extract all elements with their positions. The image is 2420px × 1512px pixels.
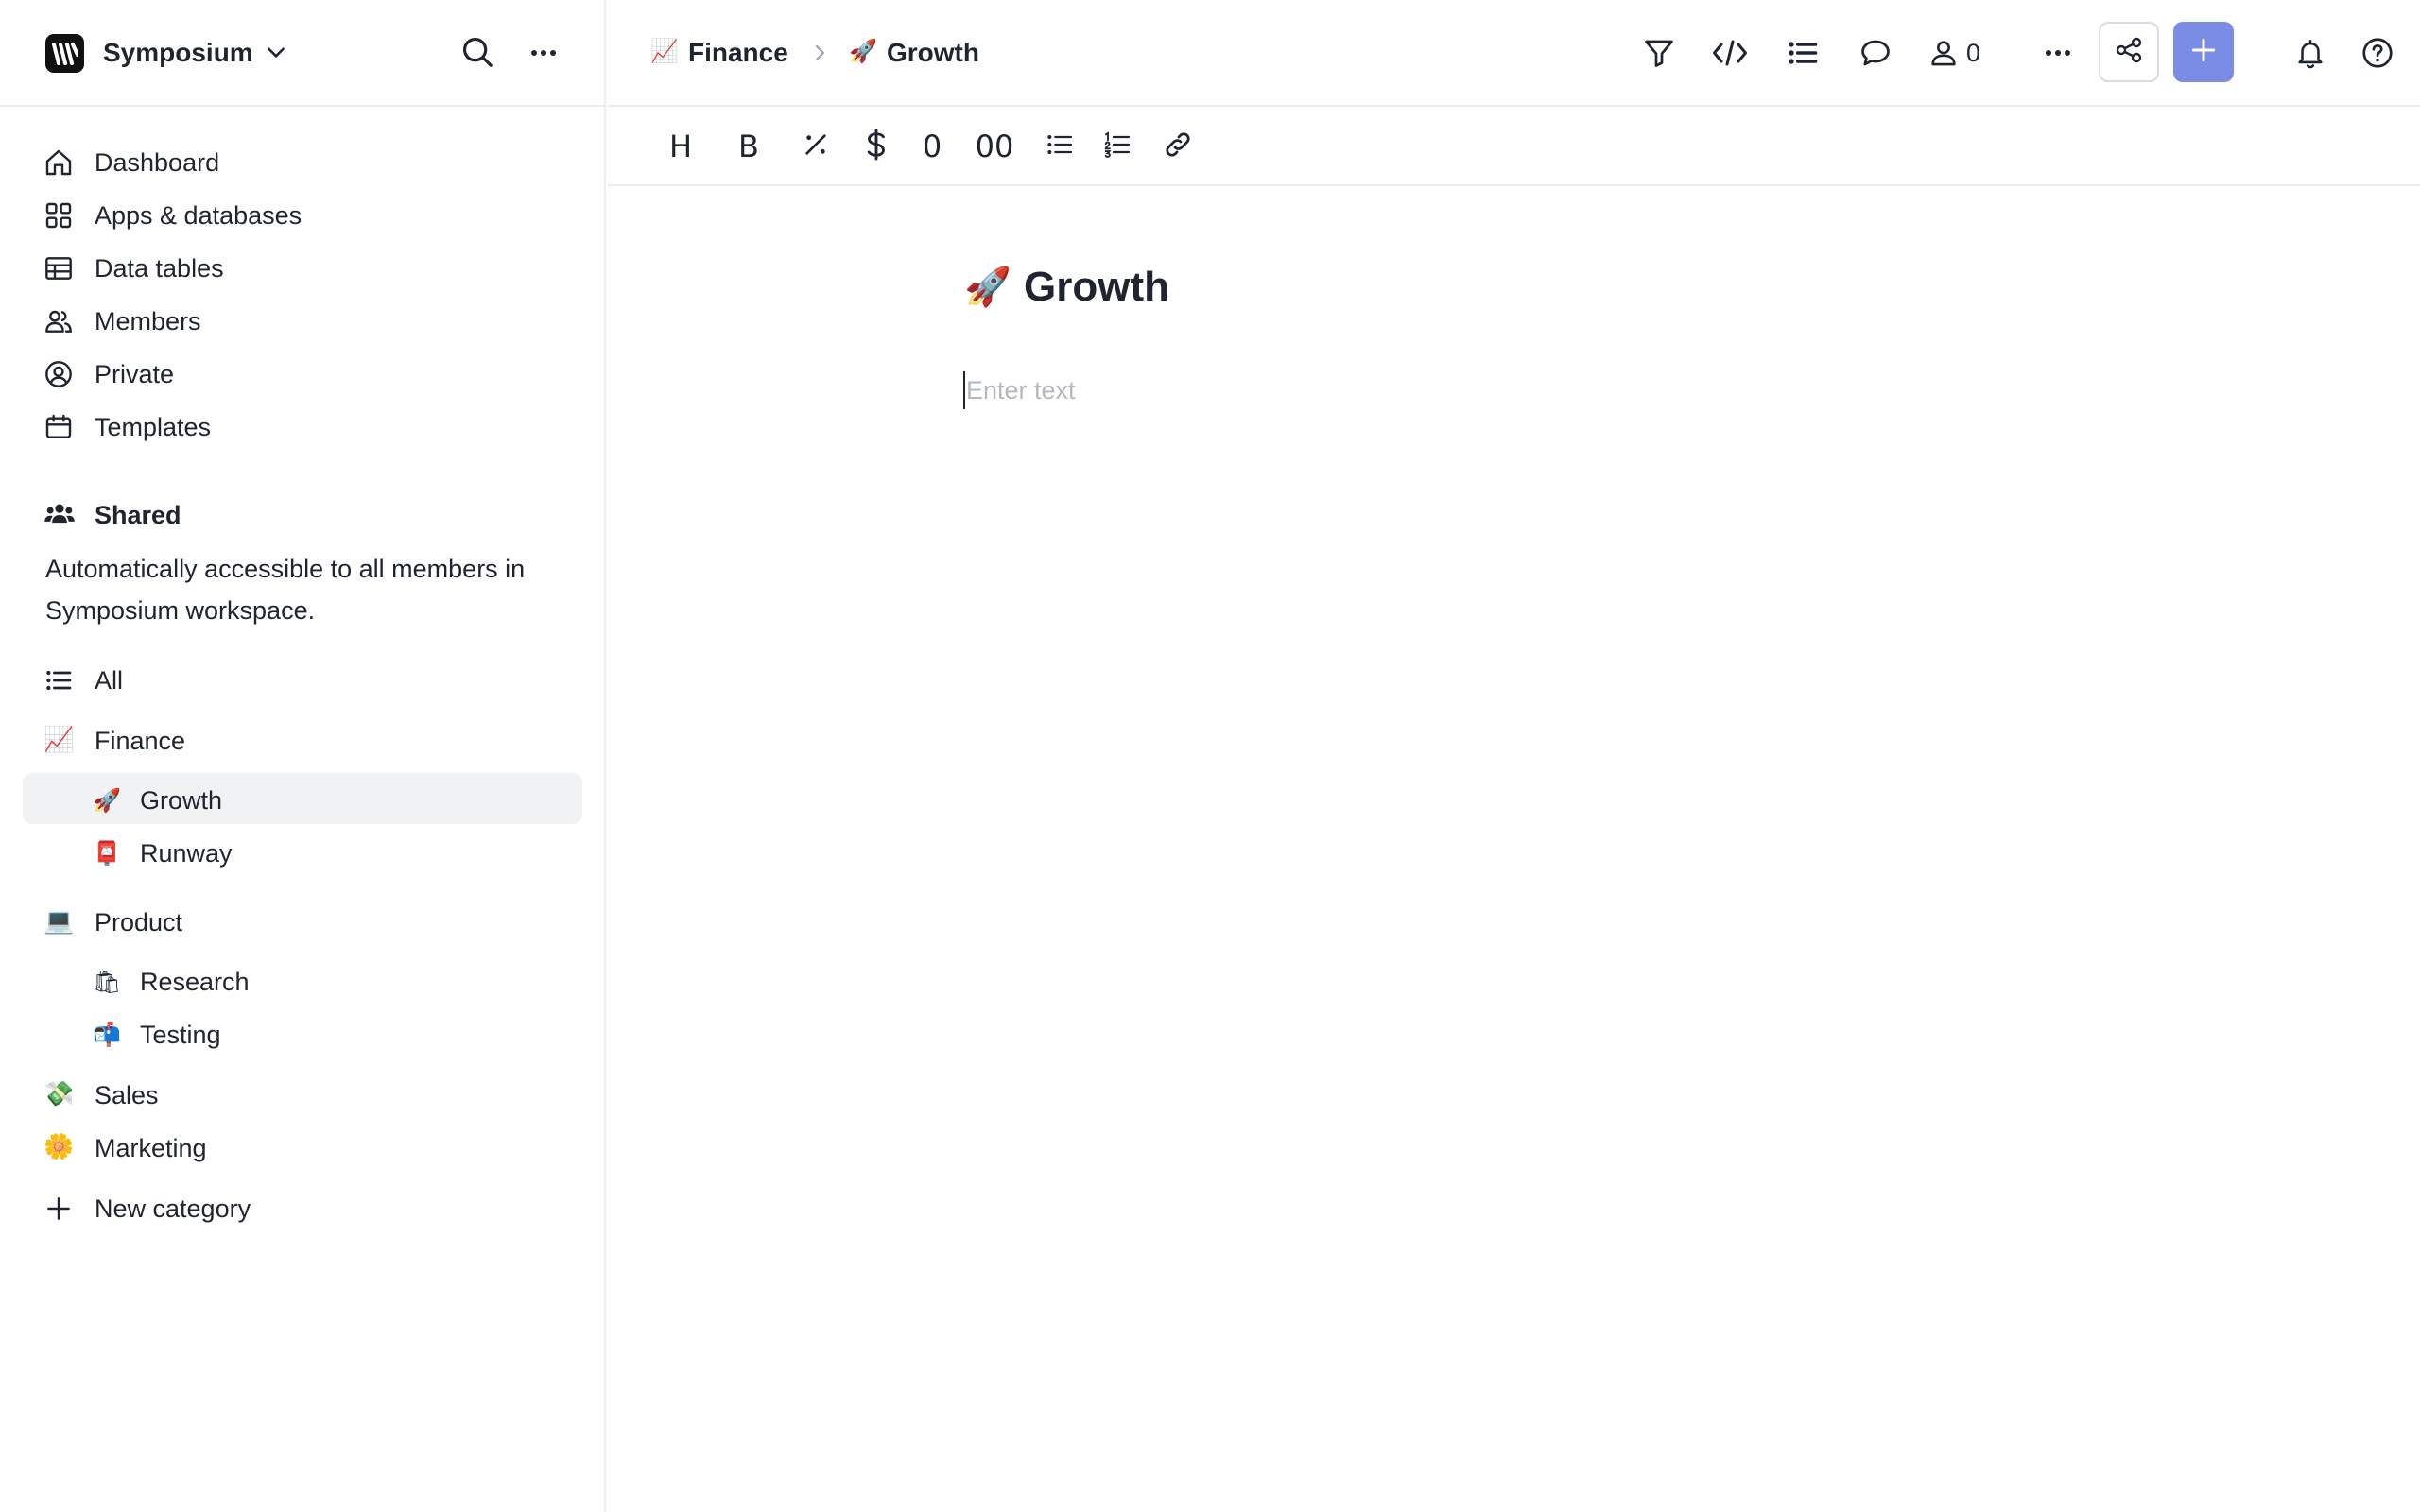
sidebar-item-label: Product: [95, 908, 183, 936]
shared-section-title: Shared: [95, 501, 182, 529]
rocket-icon[interactable]: 🚀: [964, 265, 1011, 310]
group-icon: [43, 499, 76, 534]
filter-icon[interactable]: [1640, 34, 1678, 72]
bullet-list-icon: [1045, 129, 1075, 164]
currency-button[interactable]: [857, 128, 895, 165]
sidebar-item-runway[interactable]: 📮 Runway: [23, 826, 582, 877]
sidebar-item-growth[interactable]: 🚀 Growth: [23, 773, 582, 824]
shared-section-description: Automatically accessible to all members …: [45, 555, 526, 625]
share-icon: [2114, 35, 2144, 70]
sidebar-item-marketing[interactable]: 🌼 Marketing: [23, 1121, 582, 1172]
format-toolbar: H B 0 00: [608, 109, 2420, 186]
workspace-header: Symposium: [0, 0, 606, 107]
sidebar-item-label: Runway: [140, 839, 233, 868]
mailbox-icon: 📬: [93, 1022, 121, 1048]
sidebar-item-sales[interactable]: 💸 Sales: [23, 1068, 582, 1119]
sidebar-item-members[interactable]: Members: [23, 294, 582, 345]
sidebar-item-label: Templates: [95, 413, 212, 441]
chevron-down-icon[interactable]: [264, 40, 288, 69]
share-button[interactable]: [2099, 22, 2159, 82]
user-icon[interactable]: [1925, 34, 1962, 72]
sidebar-item-label: Data tables: [95, 254, 224, 283]
sidebar-item-product[interactable]: 💻 Product: [23, 895, 582, 946]
plus-icon: [2188, 35, 2219, 70]
sidebar-item-label: Private: [95, 360, 175, 388]
grid-icon: [43, 200, 74, 231]
new-category-button[interactable]: New category: [23, 1181, 582, 1232]
rocket-icon: 🚀: [93, 787, 121, 814]
dollar-icon: [862, 128, 890, 166]
sidebar-item-templates[interactable]: Templates: [23, 400, 582, 451]
money-wings-icon: 💸: [43, 1080, 75, 1108]
add-button[interactable]: [2173, 22, 2234, 82]
sidebar-item-apps-databases[interactable]: Apps & databases: [23, 188, 582, 239]
sidebar-item-label: Members: [95, 307, 201, 335]
sidebar-item-dashboard[interactable]: Dashboard: [23, 135, 582, 186]
sidebar: Symposium Dashboard Apps & databases Dat…: [0, 0, 606, 1512]
link-button[interactable]: [1159, 128, 1197, 165]
sidebar-item-finance[interactable]: 📈 Finance: [23, 713, 582, 765]
help-icon[interactable]: [2359, 34, 2396, 72]
chart-increasing-icon: 📈: [43, 726, 75, 754]
sidebar-item-label: Testing: [140, 1021, 221, 1049]
members-count: 0: [1966, 39, 1981, 67]
link-icon: [1161, 128, 1195, 166]
heading-button[interactable]: H: [663, 128, 699, 165]
sidebar-item-label: Research: [140, 968, 250, 996]
workspace-name[interactable]: Symposium: [103, 36, 253, 70]
workspace-logo[interactable]: [45, 34, 84, 73]
decimal-zero-button[interactable]: 0: [913, 128, 951, 165]
chevron-right-icon: [808, 42, 831, 69]
breadcrumb-growth[interactable]: Growth: [887, 36, 979, 70]
code-icon[interactable]: [1711, 34, 1749, 72]
sidebar-item-data-tables[interactable]: Data tables: [23, 241, 582, 292]
blossom-icon: 🌼: [43, 1133, 75, 1161]
page-title[interactable]: Growth: [1024, 261, 1169, 314]
percent-icon: [801, 129, 831, 164]
list-icon[interactable]: [1784, 34, 1822, 72]
sidebar-item-label: New category: [95, 1194, 251, 1223]
sidebar-item-testing[interactable]: 📬 Testing: [23, 1007, 582, 1058]
more-horizontal-icon[interactable]: [529, 42, 558, 69]
text-cursor: [963, 371, 965, 409]
breadcrumb-finance[interactable]: Finance: [688, 36, 788, 70]
rocket-icon: 🚀: [849, 39, 877, 64]
table-icon: [43, 253, 74, 284]
sidebar-item-label: Dashboard: [95, 148, 220, 177]
numbered-list-button[interactable]: [1098, 128, 1136, 165]
members-icon: [43, 306, 74, 336]
sidebar-item-label: Finance: [95, 727, 186, 755]
chart-increasing-icon: 📈: [650, 39, 679, 64]
sidebar-item-label: Apps & databases: [95, 201, 302, 230]
home-icon: [43, 147, 74, 178]
shopping-bags-icon: 🛍: [93, 969, 122, 995]
comment-icon[interactable]: [1857, 34, 1894, 72]
more-horizontal-icon[interactable]: [2039, 34, 2077, 72]
sidebar-item-label: Sales: [95, 1081, 159, 1109]
sidebar-item-label: Growth: [140, 786, 223, 815]
sidebar-item-private[interactable]: Private: [23, 347, 582, 398]
top-bar: 📈 Finance 🚀 Growth 0: [608, 0, 2420, 107]
calendar-icon: [43, 412, 74, 442]
document-body-input[interactable]: Enter text: [966, 374, 1076, 406]
postbox-icon: 📮: [93, 840, 121, 867]
sidebar-item-all[interactable]: All: [23, 653, 582, 704]
bell-icon[interactable]: [2291, 34, 2329, 72]
laptop-icon: 💻: [43, 907, 75, 936]
search-icon[interactable]: [459, 34, 495, 75]
decimal-double-zero-button[interactable]: 00: [969, 128, 1020, 165]
plus-icon: [43, 1194, 74, 1224]
sidebar-item-label: All: [95, 666, 124, 695]
sidebar-item-research[interactable]: 🛍 Research: [23, 954, 582, 1005]
user-circle-icon: [43, 359, 74, 389]
bullet-list-button[interactable]: [1041, 128, 1079, 165]
list-icon: [43, 665, 74, 696]
sidebar-item-label: Marketing: [95, 1134, 207, 1162]
bold-button[interactable]: B: [731, 128, 767, 165]
numbered-list-icon: [1102, 129, 1132, 164]
percent-button[interactable]: [797, 128, 835, 165]
